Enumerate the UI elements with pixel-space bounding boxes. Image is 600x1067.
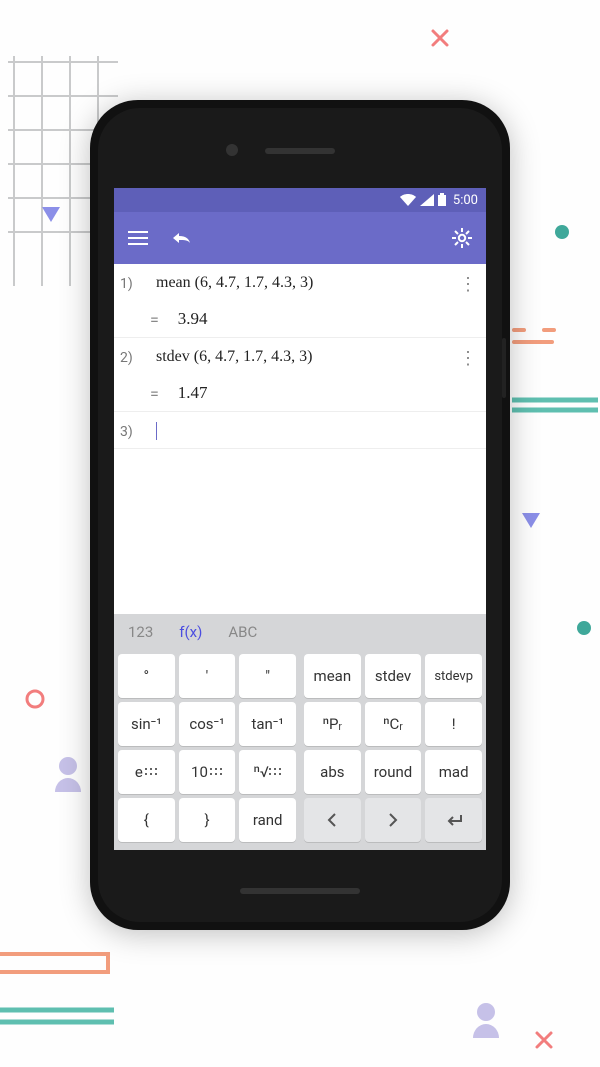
hamburger-icon <box>128 231 148 245</box>
enter-icon <box>445 813 463 827</box>
signal-icon <box>419 193 435 207</box>
row-number: 3) <box>120 422 148 440</box>
key-stdevp[interactable]: stdevp <box>425 654 482 698</box>
equals-icon: = <box>150 310 160 329</box>
result-value: 3.94 <box>178 309 208 329</box>
keypad: ° ' " sin⁻¹ cos⁻¹ tan⁻¹ e 10 ⁿ√ { } rand <box>114 650 486 850</box>
history-row: 1) mean (6, 4.7, 1.7, 4.3, 3) ⋮ = 3.94 <box>114 264 486 338</box>
tab-abc[interactable]: ABC <box>228 623 257 641</box>
battery-icon <box>437 193 447 207</box>
row-number: 2) <box>120 348 148 366</box>
key-cursor-right[interactable] <box>365 798 422 842</box>
key-cursor-left[interactable] <box>304 798 361 842</box>
key-ncr[interactable]: ⁿCᵣ <box>365 702 422 746</box>
key-degree[interactable]: ° <box>118 654 175 698</box>
key-acos[interactable]: cos⁻¹ <box>179 702 236 746</box>
keypad-right: mean stdev stdevp ⁿPᵣ ⁿCᵣ ! abs round ma… <box>304 654 482 842</box>
key-abs[interactable]: abs <box>304 750 361 794</box>
tab-fx[interactable]: f(x) <box>179 623 202 641</box>
key-asin[interactable]: sin⁻¹ <box>118 702 175 746</box>
keypad-left: ° ' " sin⁻¹ cos⁻¹ tan⁻¹ e 10 ⁿ√ { } rand <box>118 654 296 842</box>
key-npr[interactable]: ⁿPᵣ <box>304 702 361 746</box>
expression[interactable]: mean (6, 4.7, 1.7, 4.3, 3) <box>156 274 448 292</box>
expression[interactable]: stdev (6, 4.7, 1.7, 4.3, 3) <box>156 348 448 366</box>
key-mean[interactable]: mean <box>304 654 361 698</box>
chevron-right-icon <box>388 813 398 827</box>
key-brace-open[interactable]: { <box>118 798 175 842</box>
wifi-icon <box>399 193 417 207</box>
row-menu-button[interactable]: ⋮ <box>456 348 480 369</box>
row-menu-button[interactable]: ⋮ <box>456 274 480 295</box>
screen: 5:00 1) mean (6, 4.7, 1.7, 4. <box>114 188 486 850</box>
speaker-grille <box>265 148 335 154</box>
key-factorial[interactable]: ! <box>425 702 482 746</box>
key-brace-close[interactable]: } <box>179 798 236 842</box>
phone-bezel: 5:00 1) mean (6, 4.7, 1.7, 4. <box>98 108 502 922</box>
phone-frame: 5:00 1) mean (6, 4.7, 1.7, 4. <box>90 100 510 930</box>
key-tenpow[interactable]: 10 <box>179 750 236 794</box>
history-list: 1) mean (6, 4.7, 1.7, 4.3, 3) ⋮ = 3.94 2… <box>114 264 486 449</box>
key-minute[interactable]: ' <box>179 654 236 698</box>
equals-icon: = <box>150 384 160 403</box>
key-rand[interactable]: rand <box>239 798 296 842</box>
gear-icon <box>452 228 472 248</box>
key-nthroot[interactable]: ⁿ√ <box>239 750 296 794</box>
key-mad[interactable]: mad <box>425 750 482 794</box>
undo-button[interactable] <box>170 231 192 245</box>
power-button <box>502 338 506 398</box>
key-stdev[interactable]: stdev <box>365 654 422 698</box>
key-atan[interactable]: tan⁻¹ <box>239 702 296 746</box>
tab-123[interactable]: 123 <box>128 623 153 641</box>
keypad-tabs: 123 f(x) ABC <box>114 614 486 650</box>
result-value: 1.47 <box>178 383 208 403</box>
status-bar: 5:00 <box>114 188 486 212</box>
key-enter[interactable] <box>425 798 482 842</box>
key-epow[interactable]: e <box>118 750 175 794</box>
clock: 5:00 <box>453 193 478 208</box>
key-round[interactable]: round <box>365 750 422 794</box>
home-indicator <box>240 888 360 894</box>
history-row: 2) stdev (6, 4.7, 1.7, 4.3, 3) ⋮ = 1.47 <box>114 338 486 412</box>
menu-button[interactable] <box>128 231 148 245</box>
row-number: 1) <box>120 274 148 292</box>
undo-icon <box>170 231 192 245</box>
expression-input[interactable] <box>156 422 480 440</box>
chevron-left-icon <box>327 813 337 827</box>
settings-button[interactable] <box>452 228 472 248</box>
app-toolbar <box>114 212 486 264</box>
history-row: 3) <box>114 412 486 449</box>
front-camera <box>226 144 238 156</box>
key-second[interactable]: " <box>239 654 296 698</box>
